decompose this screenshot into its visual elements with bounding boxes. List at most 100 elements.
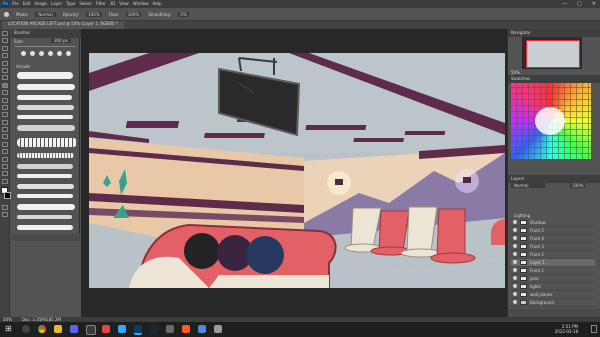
minimize-button[interactable]: — bbox=[562, 0, 567, 8]
menu-3d[interactable]: 3D bbox=[110, 1, 116, 6]
eye-icon[interactable] bbox=[513, 300, 517, 304]
brush-preset[interactable] bbox=[17, 184, 74, 189]
app-icon[interactable] bbox=[214, 325, 222, 333]
lasso-tool-icon[interactable] bbox=[2, 45, 8, 51]
path-select-tool-icon[interactable] bbox=[2, 149, 8, 155]
layer-row-selected[interactable]: Layer 1 bbox=[511, 259, 595, 267]
layer-opacity-input[interactable]: 100% bbox=[570, 183, 586, 188]
blend-mode-select[interactable]: Normal bbox=[511, 183, 545, 188]
layer-row[interactable]: Front 3 bbox=[511, 243, 595, 251]
brush-preset[interactable] bbox=[17, 105, 74, 110]
navigator-panel-header[interactable]: Navigator bbox=[508, 29, 600, 37]
eye-icon[interactable] bbox=[513, 292, 517, 296]
healing-tool-icon[interactable] bbox=[2, 75, 8, 81]
app-icon[interactable] bbox=[182, 325, 190, 333]
layer-group-lighting[interactable]: Lighting bbox=[514, 213, 530, 218]
layer-row[interactable]: pres bbox=[511, 275, 595, 283]
menu-view[interactable]: View bbox=[119, 1, 129, 6]
brush-tool-icon[interactable] bbox=[2, 82, 8, 88]
smoothing-input[interactable]: 0% bbox=[178, 12, 189, 17]
layer-row[interactable]: Front 5 bbox=[511, 227, 595, 235]
screen-mode-icon[interactable] bbox=[2, 212, 8, 218]
layer-row[interactable]: lights bbox=[511, 283, 595, 291]
windows-start-icon[interactable]: ⊞ bbox=[5, 325, 13, 333]
eyedropper-tool-icon[interactable] bbox=[2, 67, 8, 73]
menu-select[interactable]: Select bbox=[79, 1, 91, 6]
opacity-input[interactable]: 100% bbox=[86, 12, 102, 17]
photoshop-taskbar-icon[interactable] bbox=[134, 325, 142, 335]
maximize-button[interactable]: □ bbox=[577, 0, 582, 8]
taskbar-clock[interactable]: 2:51 PM 2022-03-18 bbox=[555, 324, 578, 334]
folder-icon[interactable] bbox=[54, 325, 62, 333]
eye-icon[interactable] bbox=[513, 268, 517, 272]
history-brush-tool-icon[interactable] bbox=[2, 97, 8, 103]
chrome-icon[interactable] bbox=[38, 325, 46, 333]
swatches-panel-header[interactable]: Swatches bbox=[508, 75, 600, 83]
app-icon[interactable] bbox=[86, 325, 96, 335]
brush-size-slider[interactable] bbox=[15, 46, 75, 47]
brush-preset[interactable] bbox=[17, 95, 72, 100]
eye-icon[interactable] bbox=[513, 276, 517, 280]
clone-stamp-tool-icon[interactable] bbox=[2, 90, 8, 96]
menu-edit[interactable]: Edit bbox=[23, 1, 31, 6]
brush-size-input[interactable]: 300 px bbox=[51, 38, 71, 43]
edit-toolbar-icon[interactable] bbox=[2, 178, 8, 184]
eye-icon[interactable] bbox=[513, 228, 517, 232]
app-icon[interactable] bbox=[118, 325, 126, 333]
eye-icon[interactable] bbox=[513, 236, 517, 240]
brush-tip-icon[interactable] bbox=[30, 51, 35, 56]
eye-icon[interactable] bbox=[513, 244, 517, 248]
zoom-tool-icon[interactable] bbox=[2, 171, 8, 177]
navigator-preview[interactable] bbox=[522, 37, 582, 69]
quick-select-tool-icon[interactable] bbox=[2, 53, 8, 59]
eye-icon[interactable] bbox=[513, 220, 517, 224]
swatches-grid[interactable] bbox=[511, 83, 591, 159]
document-canvas[interactable] bbox=[89, 53, 505, 288]
app-icon[interactable] bbox=[166, 325, 174, 333]
brush-preset[interactable] bbox=[17, 215, 72, 219]
eraser-tool-icon[interactable] bbox=[2, 104, 8, 110]
mode-select[interactable]: Normal bbox=[35, 12, 56, 17]
eye-icon[interactable] bbox=[513, 284, 517, 288]
brush-preset[interactable] bbox=[17, 225, 73, 230]
notification-icon[interactable] bbox=[591, 325, 597, 333]
menu-window[interactable]: Window bbox=[133, 1, 149, 6]
discord-icon[interactable] bbox=[70, 325, 78, 333]
brush-tip-icon[interactable] bbox=[39, 51, 44, 56]
blur-tool-icon[interactable] bbox=[2, 119, 8, 125]
brush-preset[interactable] bbox=[17, 138, 77, 147]
brush-preset[interactable] bbox=[17, 153, 74, 158]
app-icon[interactable] bbox=[102, 325, 110, 333]
type-tool-icon[interactable] bbox=[2, 141, 8, 147]
menu-layer[interactable]: Layer bbox=[51, 1, 62, 6]
brush-tip-icon[interactable] bbox=[66, 51, 71, 56]
menu-file[interactable]: File bbox=[12, 1, 19, 6]
brush-tip-icon[interactable] bbox=[48, 51, 53, 56]
menu-filter[interactable]: Filter bbox=[96, 1, 106, 6]
brush-preset[interactable] bbox=[17, 72, 73, 79]
layer-row[interactable]: Shadow bbox=[511, 219, 595, 227]
layer-row[interactable]: wall planes bbox=[511, 291, 595, 299]
brush-preset[interactable] bbox=[17, 115, 73, 119]
steam-icon[interactable] bbox=[150, 325, 158, 333]
eye-icon[interactable] bbox=[513, 252, 517, 256]
hand-tool-icon[interactable] bbox=[2, 164, 8, 170]
brush-tip-icon[interactable] bbox=[21, 51, 26, 56]
layer-row[interactable]: Front 1 bbox=[511, 267, 595, 275]
move-tool-icon[interactable] bbox=[2, 31, 8, 36]
shape-tool-icon[interactable] bbox=[2, 156, 8, 162]
menu-image[interactable]: Image bbox=[34, 1, 47, 6]
pen-tool-icon[interactable] bbox=[2, 134, 8, 140]
document-tab[interactable]: LOCATION ARCADE LEFT.psd @ 50% (Layer 1,… bbox=[2, 21, 124, 29]
menu-type[interactable]: Type bbox=[66, 1, 75, 6]
brush-preset[interactable] bbox=[17, 125, 75, 131]
search-icon[interactable] bbox=[22, 325, 30, 333]
dodge-tool-icon[interactable] bbox=[2, 127, 8, 133]
app-icon[interactable] bbox=[198, 325, 206, 333]
close-button[interactable]: ✕ bbox=[592, 0, 596, 8]
brush-preset[interactable] bbox=[17, 204, 75, 210]
layer-row[interactable]: Background bbox=[511, 299, 595, 307]
brush-preset[interactable] bbox=[17, 164, 73, 169]
layer-row[interactable]: Front 2 bbox=[511, 251, 595, 259]
menu-help[interactable]: Help bbox=[152, 1, 161, 6]
